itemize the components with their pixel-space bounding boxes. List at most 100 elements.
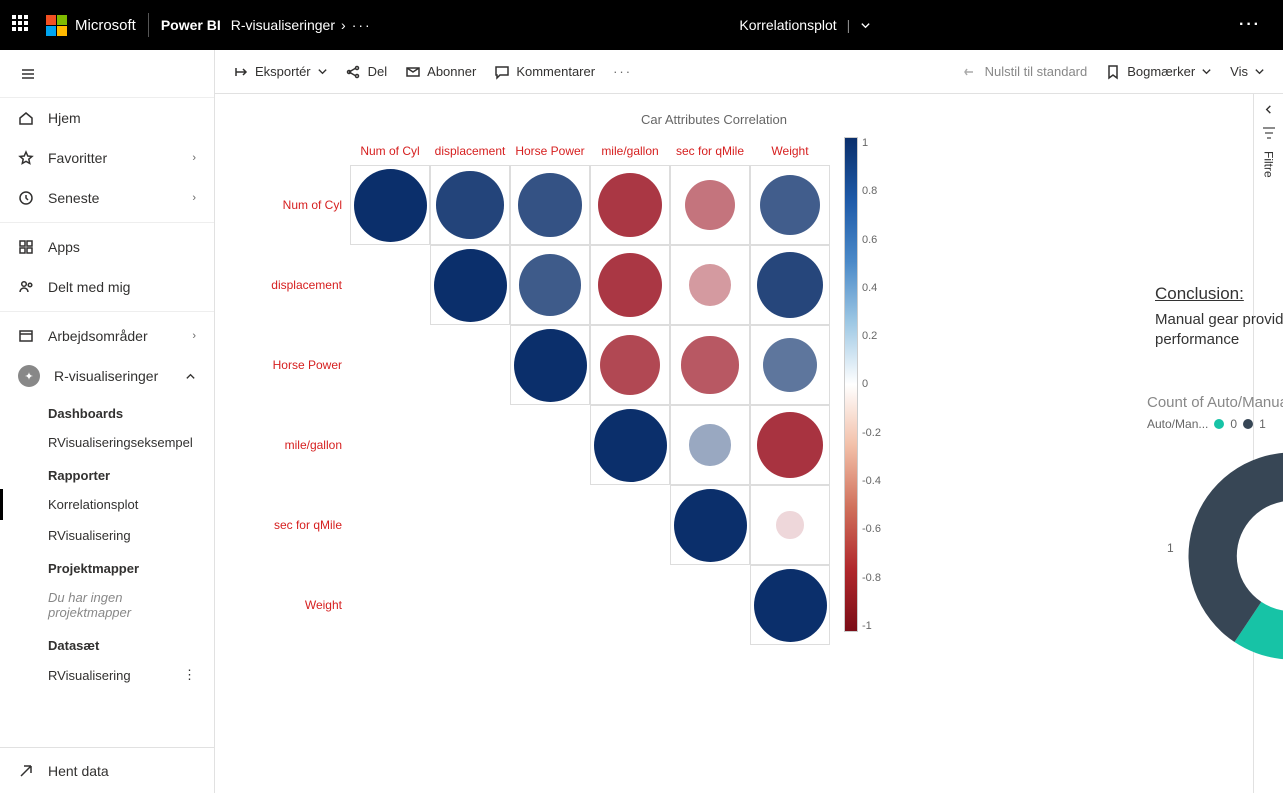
correlation-matrix[interactable]: Num of CyldisplacementHorse Powermile/ga… xyxy=(255,137,830,645)
report-item[interactable]: RVisualisering xyxy=(0,520,214,551)
share-button[interactable]: Del xyxy=(346,64,388,80)
report-visuals: Car Attributes Correlation Num of Cyl dis… xyxy=(215,94,1253,793)
matrix-cell[interactable] xyxy=(590,245,670,325)
legend-swatch-0 xyxy=(1214,419,1224,429)
tick-label: -0.2 xyxy=(862,427,881,439)
item-label: RVisualisering xyxy=(48,668,131,683)
matrix-cell[interactable] xyxy=(750,325,830,405)
workspace-icon xyxy=(18,328,34,344)
nav-apps[interactable]: Apps xyxy=(0,227,214,267)
report-item-active[interactable]: Korrelationsplot xyxy=(0,489,214,520)
nav-workspaces[interactable]: Arbejdsområder › xyxy=(0,316,214,356)
correlation-circle xyxy=(689,424,730,465)
microsoft-logo-icon xyxy=(46,15,67,36)
brand-name: Microsoft xyxy=(75,17,136,34)
nav-recent[interactable]: Seneste › xyxy=(0,178,214,218)
chevron-right-icon: › xyxy=(192,330,196,342)
correlation-circle xyxy=(754,569,827,642)
matrix-cell[interactable] xyxy=(750,565,830,645)
chevron-right-icon: › xyxy=(341,17,346,33)
nav-shared[interactable]: Delt med mig xyxy=(0,267,214,307)
matrix-cell[interactable] xyxy=(670,245,750,325)
matrix-cell[interactable] xyxy=(350,165,430,245)
breadcrumb-label: R-visualiseringer xyxy=(231,17,335,33)
get-data-button[interactable]: Hent data xyxy=(0,747,214,793)
donut-legend: Auto/Man... 0 1 xyxy=(1147,417,1283,431)
product-name[interactable]: Power BI xyxy=(161,17,221,33)
report-title[interactable]: Korrelationsplot xyxy=(739,17,836,33)
main-area: Eksportér Del Abonner Kommentarer ··· Nu… xyxy=(215,50,1283,793)
nav-favorites[interactable]: Favoritter › xyxy=(0,138,214,178)
workspace-content-list[interactable]: Dashboards RVisualiseringseksempel Rappo… xyxy=(0,396,214,747)
reset-button[interactable]: Nulstil til standard xyxy=(963,64,1088,80)
item-more-icon[interactable]: ⋮ xyxy=(183,667,196,683)
matrix-cell[interactable] xyxy=(670,405,750,485)
tick-label: 0 xyxy=(862,378,881,390)
donut-callout-1: 1 xyxy=(1167,541,1174,555)
nav-home[interactable]: Hjem xyxy=(0,98,214,138)
colorbar-gradient xyxy=(844,137,858,632)
matrix-cell[interactable] xyxy=(670,325,750,405)
nav-label: Seneste xyxy=(48,190,99,206)
correlation-circle xyxy=(763,338,817,392)
breadcrumb[interactable]: R-visualiseringer › ··· xyxy=(231,17,372,33)
matrix-cell[interactable] xyxy=(670,165,750,245)
home-icon xyxy=(18,110,34,126)
matrix-cell[interactable] xyxy=(750,245,830,325)
chevron-down-icon[interactable] xyxy=(860,20,871,31)
conclusion-heading: Conclusion: xyxy=(1155,284,1283,304)
tick-label: -0.4 xyxy=(862,475,881,487)
tick-label: -1 xyxy=(862,620,881,632)
brand: Microsoft xyxy=(46,15,136,36)
donut-svg: 0 1 xyxy=(1177,441,1283,676)
dashboard-item[interactable]: RVisualiseringseksempel xyxy=(0,427,214,458)
matrix-cell[interactable] xyxy=(750,405,830,485)
bookmark-icon xyxy=(1105,64,1121,80)
correlation-circle xyxy=(757,412,823,478)
matrix-cell[interactable] xyxy=(590,165,670,245)
more-options-button[interactable]: ··· xyxy=(1239,16,1271,34)
workspace-badge-icon: ✦ xyxy=(18,365,40,387)
col-header: displacement xyxy=(430,137,510,165)
bookmarks-button[interactable]: Bogmærker xyxy=(1105,64,1212,80)
item-label: RVisualisering xyxy=(48,528,131,543)
workspace-name: R-visualiseringer xyxy=(54,368,158,384)
matrix-cell[interactable] xyxy=(430,245,510,325)
correlation-chart-title: Car Attributes Correlation xyxy=(215,112,1253,127)
matrix-cell[interactable] xyxy=(750,165,830,245)
more-icon[interactable]: ··· xyxy=(352,17,372,33)
view-button[interactable]: Vis xyxy=(1230,64,1265,79)
current-workspace[interactable]: ✦ R-visualiseringer xyxy=(0,356,214,396)
app-launcher-icon[interactable] xyxy=(12,15,32,35)
correlation-circle xyxy=(681,336,738,393)
comments-button[interactable]: Kommentarer xyxy=(494,64,595,80)
btn-label: Del xyxy=(368,64,388,79)
dataset-item[interactable]: RVisualisering ⋮ xyxy=(0,659,214,691)
btn-label: Bogmærker xyxy=(1127,64,1195,79)
get-data-icon xyxy=(18,763,34,779)
matrix-cell[interactable] xyxy=(510,165,590,245)
row-header: mile/gallon xyxy=(255,405,350,485)
col-header: mile/gallon xyxy=(590,137,670,165)
divider xyxy=(148,13,149,37)
subscribe-button[interactable]: Abonner xyxy=(405,64,476,80)
tick-label: -0.8 xyxy=(862,572,881,584)
matrix-cell[interactable] xyxy=(750,485,830,565)
undo-icon xyxy=(963,64,979,80)
matrix-cell[interactable] xyxy=(510,245,590,325)
row-header: Num of Cyl xyxy=(255,165,350,245)
export-button[interactable]: Eksportér xyxy=(233,64,328,80)
divider xyxy=(0,222,214,223)
nav-collapse-button[interactable] xyxy=(0,50,214,98)
correlation-circle xyxy=(757,252,824,319)
donut-chart[interactable]: Count of Auto/Manual Auto/Man... 0 1 0 1 xyxy=(1147,394,1283,676)
matrix-cell[interactable] xyxy=(510,325,590,405)
chevron-left-icon[interactable] xyxy=(1263,104,1274,115)
matrix-cell[interactable] xyxy=(590,325,670,405)
apps-icon xyxy=(18,239,34,255)
matrix-cell[interactable] xyxy=(430,165,510,245)
matrix-cell[interactable] xyxy=(670,485,750,565)
more-icon[interactable]: ··· xyxy=(613,64,632,79)
legend-value-0: 0 xyxy=(1230,417,1237,431)
matrix-cell[interactable] xyxy=(590,405,670,485)
